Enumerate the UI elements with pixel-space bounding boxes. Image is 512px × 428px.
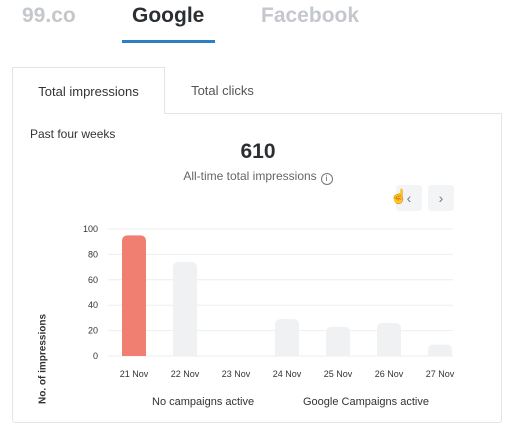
tab-total-clicks[interactable]: Total clicks — [165, 67, 280, 114]
bar — [275, 319, 299, 356]
x-tick-label: 23 Nov — [222, 369, 251, 379]
x-tick-label: 21 Nov — [120, 369, 149, 379]
bar — [428, 344, 452, 356]
tab-99co[interactable]: 99.co — [22, 4, 76, 28]
y-tick-label: 0 — [93, 351, 98, 361]
bar — [173, 262, 197, 356]
bar — [326, 326, 350, 356]
x-tick-label: 25 Nov — [324, 369, 353, 379]
hand-cursor-icon: ☝ — [390, 188, 408, 204]
y-tick-label: 60 — [88, 275, 98, 285]
bar — [122, 235, 146, 356]
x-tick-label: 22 Nov — [171, 369, 200, 379]
y-tick-label: 20 — [88, 326, 98, 336]
bar — [377, 322, 401, 356]
tab-facebook[interactable]: Facebook — [261, 4, 359, 28]
x-tick-label: 27 Nov — [426, 369, 455, 379]
y-tick-label: 40 — [88, 300, 98, 310]
platform-tabs: 99.co Google Facebook — [0, 0, 512, 50]
x-tick-label: 26 Nov — [375, 369, 404, 379]
x-tick-label: 24 Nov — [273, 369, 302, 379]
y-tick-label: 100 — [83, 224, 98, 234]
impressions-bar-chart: 0 20 40 60 80 100 21 Nov 22 Nov 23 Nov 24 Nov 25 N… — [83, 224, 455, 379]
impressions-card: Past four weeks 610 All-time total impre… — [12, 113, 502, 423]
active-tab-underline — [122, 40, 215, 43]
tab-total-impressions[interactable]: Total impressions — [12, 67, 165, 114]
y-tick-label: 80 — [88, 249, 98, 259]
no-campaigns-label: No campaigns active — [152, 396, 255, 408]
tab-google[interactable]: Google — [132, 4, 204, 28]
google-campaigns-label: Google Campaigns active — [303, 396, 429, 408]
